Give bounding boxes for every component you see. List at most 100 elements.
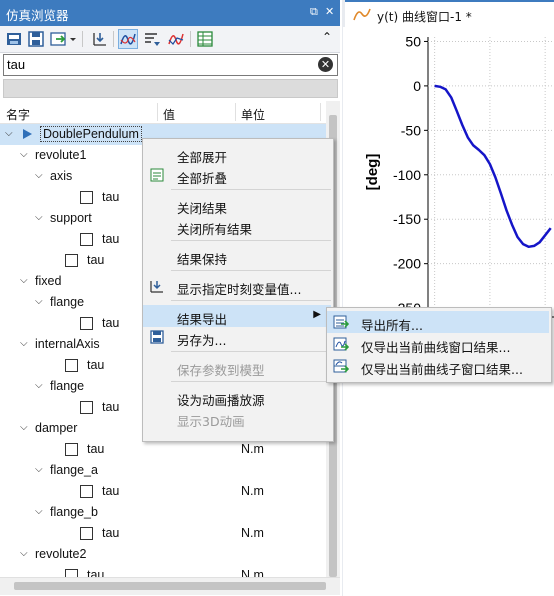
y-tick-label: -200: [393, 256, 421, 272]
collapse-toolbar-icon[interactable]: ⌃: [322, 30, 332, 44]
tree-item-label: axis: [50, 169, 73, 183]
tree-item-label: tau: [87, 358, 105, 372]
expand-toggle-icon[interactable]: ⌵: [20, 548, 28, 559]
tree-item-label: tau: [87, 442, 105, 456]
tree-item-label: tau: [102, 400, 120, 414]
curve-compare-icon[interactable]: [167, 30, 185, 48]
menu-item-label: 显示3D动画: [177, 414, 245, 429]
unit-cell: N.m: [241, 442, 264, 456]
expand-toggle-icon[interactable]: ⌵: [35, 212, 43, 223]
panel-title-bar: 仿真浏览器 ⧉ ✕: [0, 0, 340, 26]
variable-checkbox[interactable]: [80, 527, 93, 540]
horizontal-scrollbar[interactable]: [0, 577, 340, 595]
tree-item-label: flange_b: [50, 505, 98, 519]
tree-header: 名字 值 单位: [0, 101, 326, 124]
y-tick-label: 50: [405, 33, 421, 49]
column-header-name[interactable]: 名字: [6, 106, 30, 123]
export-all-icon: [333, 315, 349, 329]
close-all-results-item[interactable]: 关闭所有结果: [143, 215, 331, 237]
column-header-value[interactable]: 值: [163, 106, 175, 123]
column-header-unit[interactable]: 单位: [241, 106, 265, 123]
curve-window-icon: [353, 8, 371, 21]
y-tick-label: -50: [401, 122, 421, 138]
curve-icon[interactable]: [118, 29, 138, 49]
unit-cell: N.m: [241, 484, 264, 498]
tree-item-label: support: [50, 211, 92, 225]
variable-checkbox[interactable]: [65, 254, 78, 267]
expand-toggle-icon[interactable]: ⌵: [20, 275, 28, 286]
set-animation-source-item[interactable]: 设为动画播放源: [143, 386, 331, 408]
menu-item-label: 导出所有...: [361, 318, 423, 333]
plot-window-tab-title: y(t) 曲线窗口-1 *: [377, 10, 472, 24]
hold-result-item[interactable]: 结果保持: [143, 245, 331, 267]
show-values-at-time-item[interactable]: 显示指定时刻变量值...: [143, 275, 331, 297]
tree-item-label: internalAxis: [35, 337, 100, 351]
expand-toggle-icon[interactable]: ⌵: [35, 506, 43, 517]
export-all-item[interactable]: 导出所有...: [327, 311, 549, 333]
variable-checkbox[interactable]: [65, 359, 78, 372]
scrollbar-thumb[interactable]: [14, 582, 326, 590]
open-icon[interactable]: [5, 30, 23, 48]
collapse-all-item[interactable]: 全部折叠: [143, 164, 331, 186]
tree-item-label: tau: [102, 484, 120, 498]
unit-cell: N.m: [241, 526, 264, 540]
expand-toggle-icon[interactable]: ⌵: [20, 338, 28, 349]
variable-checkbox[interactable]: [80, 401, 93, 414]
variable-checkbox[interactable]: [65, 443, 78, 456]
tree-leaf-row[interactable]: tau N.m: [0, 481, 326, 502]
variable-checkbox[interactable]: [80, 233, 93, 246]
export-current-subwindow-item[interactable]: 仅导出当前曲线子窗口结果...: [327, 355, 549, 377]
menu-item-label: 显示指定时刻变量值...: [177, 282, 302, 297]
save-as-item[interactable]: 另存为...: [143, 326, 331, 348]
export-current-window-item[interactable]: 仅导出当前曲线窗口结果...: [327, 333, 549, 355]
table-icon[interactable]: [196, 30, 214, 48]
export-dropdown-icon[interactable]: [50, 30, 76, 48]
menu-separator: [171, 351, 331, 352]
menu-separator: [171, 189, 331, 190]
tree-item-label: flange: [50, 379, 85, 393]
close-result-item[interactable]: 关闭结果: [143, 194, 331, 216]
clear-search-icon[interactable]: ✕: [318, 57, 333, 72]
save-icon[interactable]: [27, 30, 45, 48]
expand-toggle-icon[interactable]: ⌵: [35, 464, 43, 475]
expand-toggle-icon[interactable]: ⌵: [5, 128, 13, 139]
plot-window-tab[interactable]: y(t) 曲线窗口-1 *: [345, 0, 554, 29]
export-result-item[interactable]: 结果导出 ▶: [143, 305, 331, 327]
series-line: [434, 84, 552, 249]
variable-checkbox[interactable]: [80, 317, 93, 330]
menu-separator: [171, 300, 331, 301]
tree-node-row[interactable]: ⌵ flange_b: [0, 502, 326, 523]
save-params-to-model-item: 保存参数到模型: [143, 356, 331, 378]
expand-toggle-icon[interactable]: ⌵: [35, 296, 43, 307]
close-panel-icon[interactable]: ✕: [325, 5, 334, 18]
import-values-icon[interactable]: [91, 30, 109, 48]
expand-toggle-icon[interactable]: ⌵: [35, 170, 43, 181]
expand-toggle-icon[interactable]: ⌵: [35, 380, 43, 391]
y-axis-label: [deg]: [364, 154, 381, 191]
tree-item-label: tau: [102, 232, 120, 246]
variable-checkbox[interactable]: [80, 191, 93, 204]
tree-leaf-row[interactable]: tau N.m: [0, 523, 326, 544]
export-submenu: 导出所有... 仅导出当前曲线窗口结果... 仅导出当前曲线子窗口结果...: [326, 307, 552, 383]
search-input[interactable]: [7, 56, 307, 72]
tree-item-label: flange: [50, 295, 85, 309]
menu-item-label: 仅导出当前曲线窗口结果...: [361, 340, 511, 355]
tree-item-label: fixed: [35, 274, 62, 288]
expand-toggle-icon[interactable]: ⌵: [20, 422, 28, 433]
collapse-all-icon: [150, 168, 164, 182]
y-tick-label: -150: [393, 211, 421, 227]
tree-leaf-row[interactable]: tau N.m: [0, 439, 326, 460]
filter-icon[interactable]: [143, 30, 161, 48]
simulation-result-icon: [23, 129, 32, 139]
tree-node-row[interactable]: ⌵ revolute2: [0, 544, 326, 565]
tree-node-row[interactable]: ⌵ flange_a: [0, 460, 326, 481]
expand-toggle-icon[interactable]: ⌵: [20, 149, 28, 160]
expand-all-item[interactable]: 全部展开: [143, 143, 331, 165]
variable-checkbox[interactable]: [80, 485, 93, 498]
float-panel-icon[interactable]: ⧉: [310, 5, 318, 19]
tree-item-label: revolute1: [35, 148, 87, 162]
filter-bar: [3, 79, 338, 98]
context-menu: 全部展开全部折叠关闭结果 关闭所有结果结果保持显示指定时刻变量值... 结果导出 ▶ 另…: [142, 138, 334, 442]
menu-item-label: 结果保持: [177, 252, 228, 267]
menu-item-label: 全部折叠: [177, 171, 228, 186]
